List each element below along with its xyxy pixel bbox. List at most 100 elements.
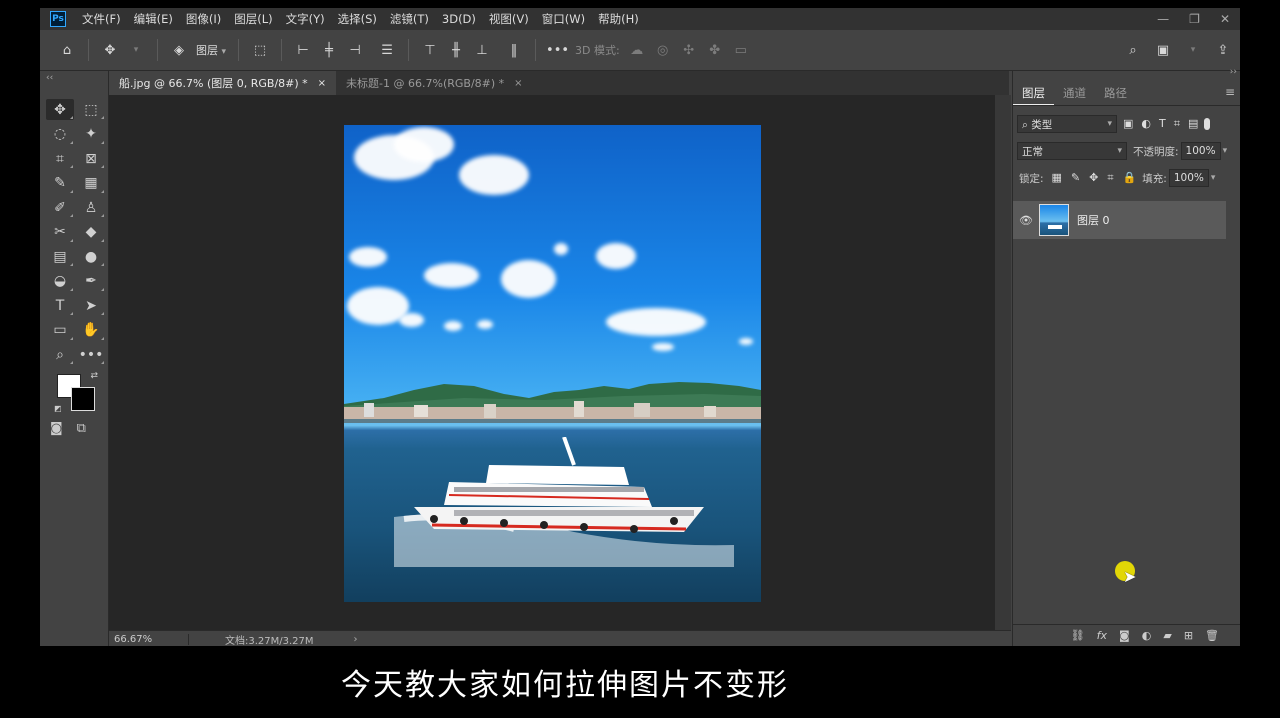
align-left-icon[interactable]: ⊢ [292, 38, 314, 62]
tab-paths[interactable]: 路径 [1095, 81, 1136, 105]
menu-filter[interactable]: 滤镜(T) [390, 11, 429, 27]
trash-icon[interactable]: 🗑 [1205, 629, 1219, 642]
opacity-input[interactable]: 100% [1180, 142, 1221, 160]
align-right-icon[interactable]: ⊣ [344, 38, 366, 62]
panel-menu-icon[interactable]: ≡ [1225, 85, 1235, 99]
rectangle-tool-icon[interactable]: ▭ [46, 320, 74, 341]
orbit-3d-icon[interactable]: ☁ [626, 38, 648, 62]
more-tools-icon[interactable]: ••• [77, 344, 105, 365]
collapse-icon[interactable]: ›› [1230, 67, 1237, 77]
pan-3d-icon[interactable]: ✣ [678, 38, 700, 62]
menu-edit[interactable]: 编辑(E) [134, 11, 173, 27]
adjustment-filter-icon[interactable]: ◐ [1141, 117, 1151, 131]
menu-file[interactable]: 文件(F) [82, 11, 121, 27]
adjustment-layer-icon[interactable]: ◐ [1142, 629, 1152, 642]
menu-window[interactable]: 窗口(W) [542, 11, 585, 27]
stamp-tool-icon[interactable]: ♙ [77, 197, 105, 218]
crop-tool-icon[interactable]: ⌗ [46, 148, 74, 169]
menu-help[interactable]: 帮助(H) [598, 11, 639, 27]
background-color[interactable] [71, 387, 95, 411]
menu-layer[interactable]: 图层(L) [234, 11, 272, 27]
align-center-icon[interactable]: ╪ [318, 38, 340, 62]
lock-transparent-icon[interactable]: ▦ [1052, 171, 1062, 185]
chevron-down-icon[interactable]: ▾ [1211, 173, 1216, 183]
align-bottom-icon[interactable]: ⊥ [471, 38, 493, 62]
new-layer-icon[interactable]: ⊞ [1184, 629, 1193, 642]
zoom-level[interactable]: 66.67% [109, 633, 189, 645]
default-colors-icon[interactable]: ◩ [54, 404, 62, 413]
type-tool-icon[interactable]: T [46, 295, 74, 316]
lasso-tool-icon[interactable]: ◌ [46, 124, 74, 145]
image-filter-icon[interactable]: ▣ [1123, 117, 1133, 131]
eyedropper-icon[interactable]: ✎ [46, 173, 74, 194]
tab-boat-jpg[interactable]: 船.jpg @ 66.7% (图层 0, RGB/8#) * × [109, 71, 337, 95]
tab-layers[interactable]: 图层 [1013, 81, 1054, 105]
scale-3d-icon[interactable]: ▭ [730, 38, 752, 62]
fx-icon[interactable]: fx [1097, 629, 1107, 642]
more-options-icon[interactable]: ••• [546, 38, 569, 62]
type-filter-icon[interactable]: T [1159, 117, 1166, 131]
collapse-icon[interactable]: ‹‹ [46, 73, 53, 83]
healing-brush-icon[interactable]: ▦ [77, 173, 105, 194]
lock-all-icon[interactable]: 🔒 [1123, 171, 1137, 185]
blend-mode-select[interactable]: 正常 ▾ [1017, 142, 1127, 160]
group-folder-icon[interactable]: ▰ [1163, 629, 1171, 642]
history-brush-icon[interactable]: ✂ [46, 222, 74, 243]
chevron-down-icon[interactable]: ▾ [1182, 38, 1204, 62]
menu-type[interactable]: 文字(Y) [286, 11, 325, 27]
roll-3d-icon[interactable]: ◎ [652, 38, 674, 62]
slide-3d-icon[interactable]: ✤ [704, 38, 726, 62]
blur-tool-icon[interactable]: ● [77, 246, 105, 267]
shape-filter-icon[interactable]: ⌗ [1174, 117, 1180, 131]
gradient-tool-icon[interactable]: ▤ [46, 246, 74, 267]
move-tool-icon[interactable]: ✥ [99, 38, 121, 62]
link-layers-icon[interactable]: ⛓ [1071, 629, 1085, 642]
auto-select-target-select[interactable]: 图层 ▾ [192, 42, 230, 58]
brush-tool-icon[interactable]: ✐ [46, 197, 74, 218]
layers-stack-icon[interactable]: ◈ [168, 38, 190, 62]
search-icon[interactable]: ⌕ [1122, 38, 1144, 62]
minimize-button[interactable]: — [1157, 12, 1169, 26]
chevron-down-icon[interactable]: ▾ [125, 38, 147, 62]
path-select-icon[interactable]: ➤ [77, 295, 105, 316]
status-menu-arrow[interactable]: › [354, 634, 358, 645]
align-middle-icon[interactable]: ╫ [445, 38, 467, 62]
hand-tool-icon[interactable]: ✋ [77, 320, 105, 341]
move-tool-icon[interactable]: ✥ [46, 99, 74, 120]
distribute-icon[interactable]: ☰ [376, 38, 398, 62]
workspace-icon[interactable]: ▣ [1152, 38, 1174, 62]
eye-icon[interactable]: 👁 [1013, 214, 1039, 227]
fill-input[interactable]: 100% [1168, 169, 1209, 187]
close-icon[interactable]: × [318, 78, 326, 89]
swap-colors-icon[interactable]: ⇄ [90, 371, 98, 381]
filter-toggle[interactable] [1204, 118, 1211, 130]
transform-controls-icon[interactable]: ⬚ [249, 38, 271, 62]
lock-artboard-icon[interactable]: ⌗ [1107, 171, 1113, 185]
document-image[interactable] [344, 125, 761, 602]
eraser-icon[interactable]: ◆ [77, 222, 105, 243]
layer-filter-select[interactable]: ⌕ 类型 ▾ [1017, 115, 1117, 133]
magic-wand-icon[interactable]: ✦ [77, 124, 105, 145]
mask-icon[interactable]: ◙ [1119, 629, 1130, 642]
menu-view[interactable]: 视图(V) [489, 11, 529, 27]
layer-row[interactable]: 👁 图层 0 [1013, 201, 1226, 239]
share-icon[interactable]: ⇪ [1212, 38, 1234, 62]
tab-channels[interactable]: 通道 [1054, 81, 1095, 105]
lock-pixels-icon[interactable]: ✎ [1071, 171, 1080, 185]
marquee-tool-icon[interactable]: ⬚ [77, 99, 105, 120]
home-icon[interactable]: ⌂ [56, 38, 78, 62]
menu-image[interactable]: 图像(I) [186, 11, 221, 27]
tab-untitled-1[interactable]: 未标题-1 @ 66.7%(RGB/8#) * × [336, 71, 533, 95]
zoom-tool-icon[interactable]: ⌕ [46, 344, 74, 365]
align-top-icon[interactable]: ⊤ [419, 38, 441, 62]
frame-tool-icon[interactable]: ⊠ [77, 148, 105, 169]
vertical-scrollbar[interactable] [995, 95, 1011, 630]
menu-select[interactable]: 选择(S) [338, 11, 377, 27]
dodge-tool-icon[interactable]: ◒ [46, 271, 74, 292]
distribute-vertical-icon[interactable]: ‖ [503, 38, 525, 62]
chevron-down-icon[interactable]: ▾ [1223, 146, 1228, 156]
close-icon[interactable]: × [514, 78, 522, 89]
pen-tool-icon[interactable]: ✒ [77, 271, 105, 292]
close-button[interactable]: ✕ [1220, 12, 1230, 26]
lock-position-icon[interactable]: ✥ [1089, 171, 1098, 185]
